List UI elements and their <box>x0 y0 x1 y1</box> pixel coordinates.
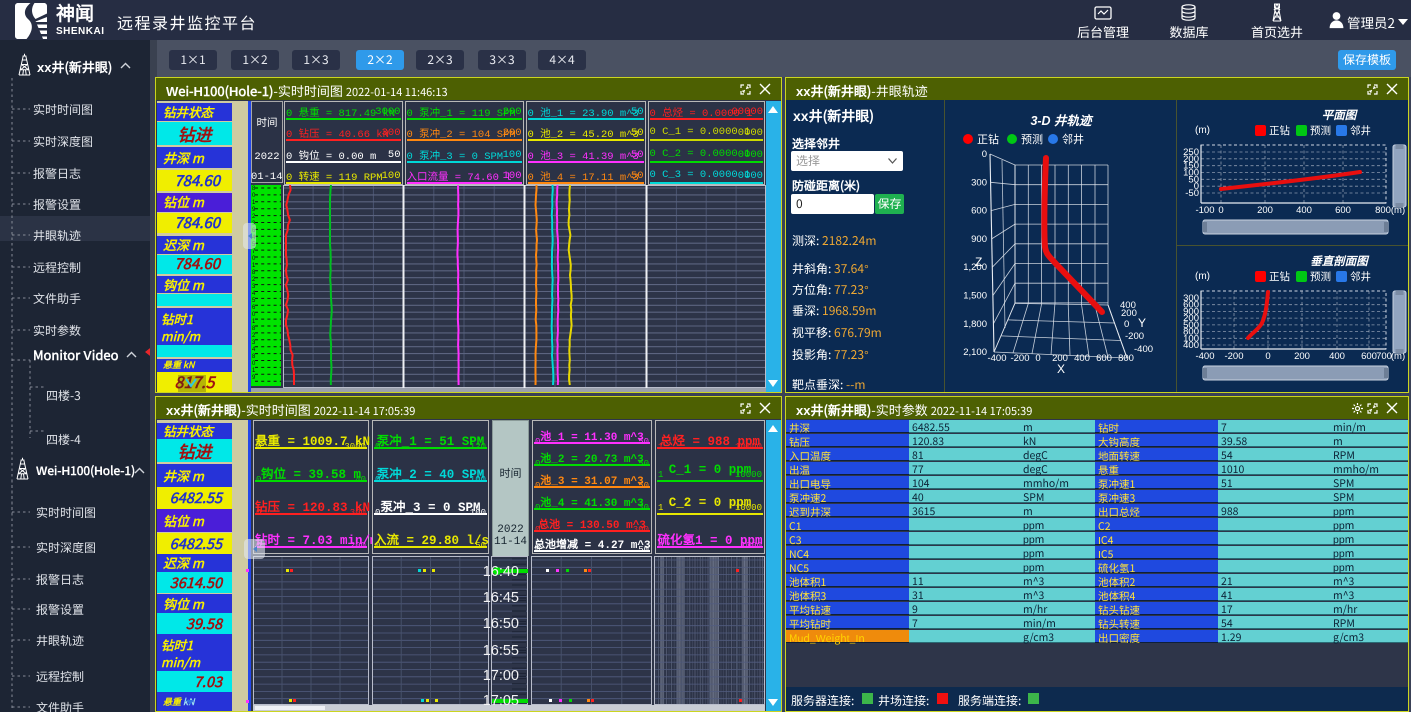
svg-text:神闻: 神闻 <box>56 3 94 25</box>
svg-text:Z: Z <box>975 255 982 269</box>
svg-text:16:50: 16:50 <box>483 616 519 632</box>
svg-text:Y: Y <box>1138 316 1146 330</box>
svg-text:0: 0 <box>1218 205 1223 216</box>
svg-text:0: 0 <box>1035 353 1040 364</box>
svg-text:-200: -200 <box>1224 351 1243 362</box>
svg-text:16:40: 16:40 <box>483 564 519 580</box>
svg-text:-50: -50 <box>1185 188 1199 199</box>
svg-text:-200: -200 <box>1010 353 1029 364</box>
svg-text:400: 400 <box>1183 340 1199 351</box>
svg-text:2,100: 2,100 <box>963 347 987 358</box>
svg-text:0: 0 <box>1124 319 1129 330</box>
svg-text:17:00: 17:00 <box>483 668 519 684</box>
svg-text:-400: -400 <box>987 353 1006 364</box>
svg-text:(m): (m) <box>1195 271 1210 282</box>
svg-text:(m): (m) <box>1195 125 1210 136</box>
svg-text:16:55: 16:55 <box>483 643 519 659</box>
svg-text:平面图: 平面图 <box>1322 109 1359 122</box>
svg-text:0: 0 <box>1265 351 1270 362</box>
svg-text:预测: 预测 <box>1310 270 1331 283</box>
svg-text:600: 600 <box>1335 205 1351 216</box>
svg-text:正钻: 正钻 <box>977 132 999 146</box>
svg-text:400: 400 <box>1296 205 1312 216</box>
svg-text:200: 200 <box>1121 308 1137 319</box>
svg-text:X: X <box>1057 362 1065 376</box>
svg-text:正钻: 正钻 <box>1269 270 1291 283</box>
svg-text:正钻: 正钻 <box>1269 124 1291 137</box>
svg-text:600: 600 <box>971 206 987 217</box>
svg-text:邻井: 邻井 <box>1062 132 1084 146</box>
svg-text:邻井: 邻井 <box>1350 124 1371 137</box>
svg-text:-200: -200 <box>1125 331 1144 342</box>
svg-text:800: 800 <box>1375 205 1391 216</box>
svg-text:200: 200 <box>1257 205 1273 216</box>
svg-text:900: 900 <box>971 234 987 245</box>
svg-text:300: 300 <box>971 177 987 188</box>
svg-text:600: 600 <box>1361 351 1377 362</box>
svg-text:-100: -100 <box>1195 205 1214 216</box>
svg-text:SHENKAI: SHENKAI <box>56 26 105 37</box>
svg-text:预测: 预测 <box>1021 133 1043 146</box>
svg-text:垂直剖面图: 垂直剖面图 <box>1310 255 1370 268</box>
svg-text:17:05: 17:05 <box>483 693 519 705</box>
svg-text:400: 400 <box>1074 353 1090 364</box>
svg-text:700: 700 <box>1376 351 1392 362</box>
svg-text:600: 600 <box>1096 353 1112 364</box>
svg-text:1,800: 1,800 <box>963 319 987 330</box>
svg-text:16:45: 16:45 <box>483 590 519 606</box>
svg-text:邻井: 邻井 <box>1350 270 1371 283</box>
svg-text:0: 0 <box>982 149 987 160</box>
svg-text:1,500: 1,500 <box>963 291 987 302</box>
svg-text:-400: -400 <box>1195 351 1214 362</box>
svg-text:-400: -400 <box>1134 344 1153 355</box>
svg-text:3-D 井轨迹: 3-D 井轨迹 <box>1030 114 1094 128</box>
svg-text:预测: 预测 <box>1310 124 1331 137</box>
svg-text:200: 200 <box>1294 351 1310 362</box>
svg-text:400: 400 <box>1329 351 1345 362</box>
